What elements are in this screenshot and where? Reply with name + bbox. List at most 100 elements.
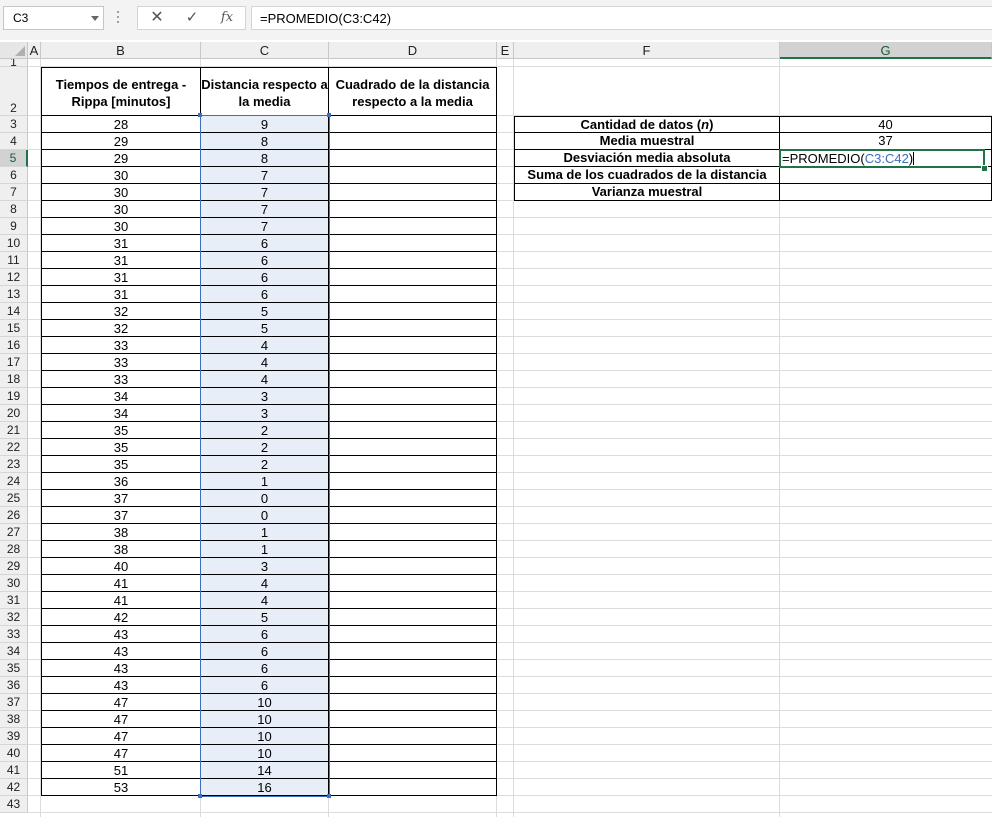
table-cell-d (329, 490, 497, 507)
row-header-2[interactable]: 2 (0, 67, 28, 116)
table-cell-b: 37 (41, 490, 201, 507)
column-header-d[interactable]: D (329, 42, 497, 59)
table-cell-b: 35 (41, 422, 201, 439)
table-cell-c: 10 (201, 728, 329, 745)
name-box[interactable]: C3 (3, 6, 104, 30)
enter-check-icon[interactable]: ✓ (175, 7, 209, 29)
table-cell-d (329, 218, 497, 235)
table-cell-b: 31 (41, 286, 201, 303)
column-header-b[interactable]: B (41, 42, 201, 59)
row-header-15[interactable]: 15 (0, 320, 28, 337)
table-header-label: Distancia respecto a la media (201, 77, 328, 109)
column-header-c[interactable]: C (201, 42, 329, 59)
row-header-9[interactable]: 9 (0, 218, 28, 235)
row-header-28[interactable]: 28 (0, 541, 28, 558)
table-cell-d (329, 116, 497, 133)
table-cell-d (329, 473, 497, 490)
row-header-13[interactable]: 13 (0, 286, 28, 303)
table-cell-d (329, 762, 497, 779)
row-header-32[interactable]: 32 (0, 609, 28, 626)
row-header-34[interactable]: 34 (0, 643, 28, 660)
table-cell-c: 7 (201, 184, 329, 201)
row-header-1[interactable]: 1 (0, 59, 28, 67)
table-cell-d (329, 252, 497, 269)
select-all-corner[interactable] (0, 42, 28, 59)
table-header-label: Tiempos de entrega - Rippa [minutos] (55, 77, 187, 109)
row-header-10[interactable]: 10 (0, 235, 28, 252)
table-cell-b: 43 (41, 643, 201, 660)
table-cell-b: 30 (41, 167, 201, 184)
column-header-e[interactable]: E (497, 42, 514, 59)
select-all-icon (15, 46, 25, 56)
table-cell-b: 40 (41, 558, 201, 575)
table-cell-c: 8 (201, 133, 329, 150)
table-cell-c: 6 (201, 269, 329, 286)
row-header-27[interactable]: 27 (0, 524, 28, 541)
table-header-c: Distancia respecto a la media (201, 67, 329, 116)
cancel-icon[interactable]: ✕ (140, 7, 174, 29)
range-resize-handle[interactable] (327, 794, 331, 798)
row-header-16[interactable]: 16 (0, 337, 28, 354)
row-header-19[interactable]: 19 (0, 388, 28, 405)
row-header-31[interactable]: 31 (0, 592, 28, 609)
table-header-label: Cuadrado de la distancia respecto a la m… (335, 77, 490, 109)
row-header-33[interactable]: 33 (0, 626, 28, 643)
table-cell-d (329, 337, 497, 354)
active-cell-g5[interactable]: =PROMEDIO(C3:C42) (779, 149, 985, 168)
row-header-43[interactable]: 43 (0, 796, 28, 813)
row-header-12[interactable]: 12 (0, 269, 28, 286)
insert-function-icon[interactable]: fx (210, 7, 244, 29)
fill-handle[interactable] (981, 165, 988, 172)
formula-input[interactable]: =PROMEDIO(C3:C42) (251, 6, 992, 30)
row-header-17[interactable]: 17 (0, 354, 28, 371)
row-header-42[interactable]: 42 (0, 779, 28, 796)
row-header-38[interactable]: 38 (0, 711, 28, 728)
row-header-30[interactable]: 30 (0, 575, 28, 592)
range-resize-handle[interactable] (327, 113, 331, 117)
row-header-3[interactable]: 3 (0, 116, 28, 133)
table-cell-c: 6 (201, 677, 329, 694)
row-header-29[interactable]: 29 (0, 558, 28, 575)
row-header-11[interactable]: 11 (0, 252, 28, 269)
row-header-22[interactable]: 22 (0, 439, 28, 456)
table-cell-c: 10 (201, 694, 329, 711)
table-cell-c: 10 (201, 711, 329, 728)
row-header-36[interactable]: 36 (0, 677, 28, 694)
table-cell-c: 6 (201, 660, 329, 677)
row-header-37[interactable]: 37 (0, 694, 28, 711)
chevron-down-icon[interactable] (91, 16, 99, 21)
column-header-f[interactable]: F (514, 42, 780, 59)
row-header-21[interactable]: 21 (0, 422, 28, 439)
row-header-40[interactable]: 40 (0, 745, 28, 762)
row-header-5[interactable]: 5 (0, 150, 28, 167)
table-cell-d (329, 371, 497, 388)
table-cell-d (329, 456, 497, 473)
row-header-39[interactable]: 39 (0, 728, 28, 745)
row-header-41[interactable]: 41 (0, 762, 28, 779)
table-cell-b: 41 (41, 592, 201, 609)
row-header-25[interactable]: 25 (0, 490, 28, 507)
row-header-20[interactable]: 20 (0, 405, 28, 422)
row-header-7[interactable]: 7 (0, 184, 28, 201)
table-cell-c: 7 (201, 218, 329, 235)
row-header-26[interactable]: 26 (0, 507, 28, 524)
row-header-23[interactable]: 23 (0, 456, 28, 473)
range-resize-handle[interactable] (198, 794, 202, 798)
table-cell-c: 2 (201, 422, 329, 439)
row-header-35[interactable]: 35 (0, 660, 28, 677)
table-cell-d (329, 711, 497, 728)
range-resize-handle[interactable] (198, 113, 202, 117)
row-header-4[interactable]: 4 (0, 133, 28, 150)
row-header-24[interactable]: 24 (0, 473, 28, 490)
row-header-6[interactable]: 6 (0, 167, 28, 184)
row-header-8[interactable]: 8 (0, 201, 28, 218)
table-cell-d (329, 728, 497, 745)
row-header-14[interactable]: 14 (0, 303, 28, 320)
column-header-g[interactable]: G (780, 42, 992, 59)
column-header-a[interactable]: A (28, 42, 41, 59)
row-header-18[interactable]: 18 (0, 371, 28, 388)
summary-label-variance: Varianza muestral (514, 184, 780, 201)
worksheet-grid[interactable]: ABCDEFG 1 2 3 4 5 6 7 8 9 10 11 12 13 14 15 16 17 18 19 20 2… (0, 40, 992, 817)
drag-handle-icon[interactable] (117, 11, 119, 25)
table-cell-c: 6 (201, 643, 329, 660)
